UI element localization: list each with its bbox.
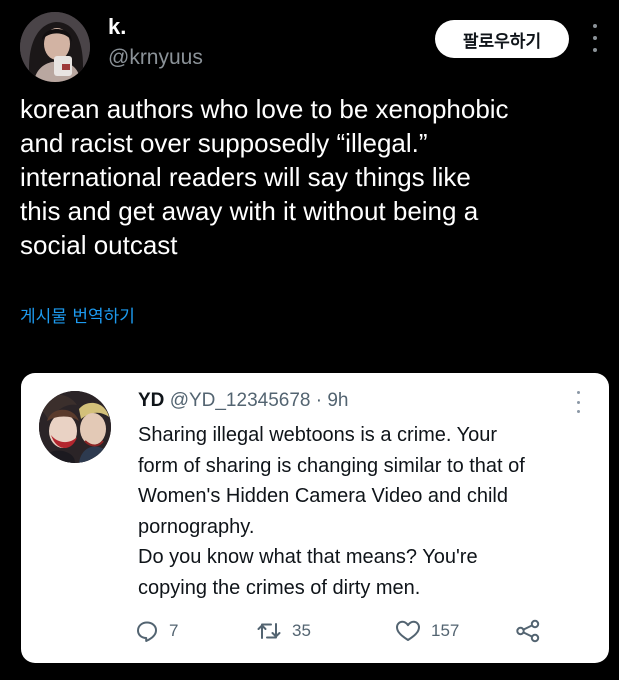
reply-count: 7 bbox=[169, 621, 179, 640]
reply-icon bbox=[137, 621, 157, 642]
follow-button[interactable]: 팔로우하기 bbox=[435, 20, 569, 58]
retweet-button[interactable]: 35 bbox=[256, 619, 311, 643]
like-button[interactable]: 157 bbox=[395, 619, 459, 643]
author-display-name[interactable]: k. bbox=[108, 14, 126, 40]
quoted-author-avatar[interactable] bbox=[39, 391, 111, 463]
quoted-more-options-icon[interactable] bbox=[573, 391, 583, 413]
like-count: 157 bbox=[431, 621, 460, 640]
quoted-author-name[interactable]: YD bbox=[138, 390, 164, 411]
more-options-icon[interactable] bbox=[588, 24, 602, 52]
profile-photo-icon bbox=[20, 12, 90, 82]
share-button[interactable] bbox=[515, 619, 541, 643]
reply-button[interactable]: 7 bbox=[135, 619, 178, 643]
quoted-author-handle-time[interactable]: @YD_12345678 · 9h bbox=[170, 390, 349, 411]
author-handle[interactable]: @krnyuus bbox=[108, 46, 203, 70]
retweet-icon bbox=[257, 623, 281, 639]
quoted-tweet-header: YD @YD_12345678 · 9h bbox=[138, 390, 349, 412]
illustrated-character-icon bbox=[39, 391, 111, 463]
share-icon bbox=[516, 619, 540, 643]
quoted-tweet-text: Sharing illegal webtoons is a crime. You… bbox=[138, 424, 525, 599]
translate-post-link[interactable]: 게시물 번역하기 bbox=[20, 302, 135, 327]
quoted-tweet-card[interactable]: YD @YD_12345678 · 9h Sharing illegal web… bbox=[21, 373, 609, 663]
retweet-count: 35 bbox=[292, 621, 311, 640]
tweet-header: k. @krnyuus 팔로우하기 bbox=[0, 0, 619, 90]
heart-icon bbox=[396, 620, 420, 641]
author-avatar[interactable] bbox=[20, 12, 90, 82]
tweet-text: korean authors who love to be xenophobic… bbox=[20, 94, 509, 260]
